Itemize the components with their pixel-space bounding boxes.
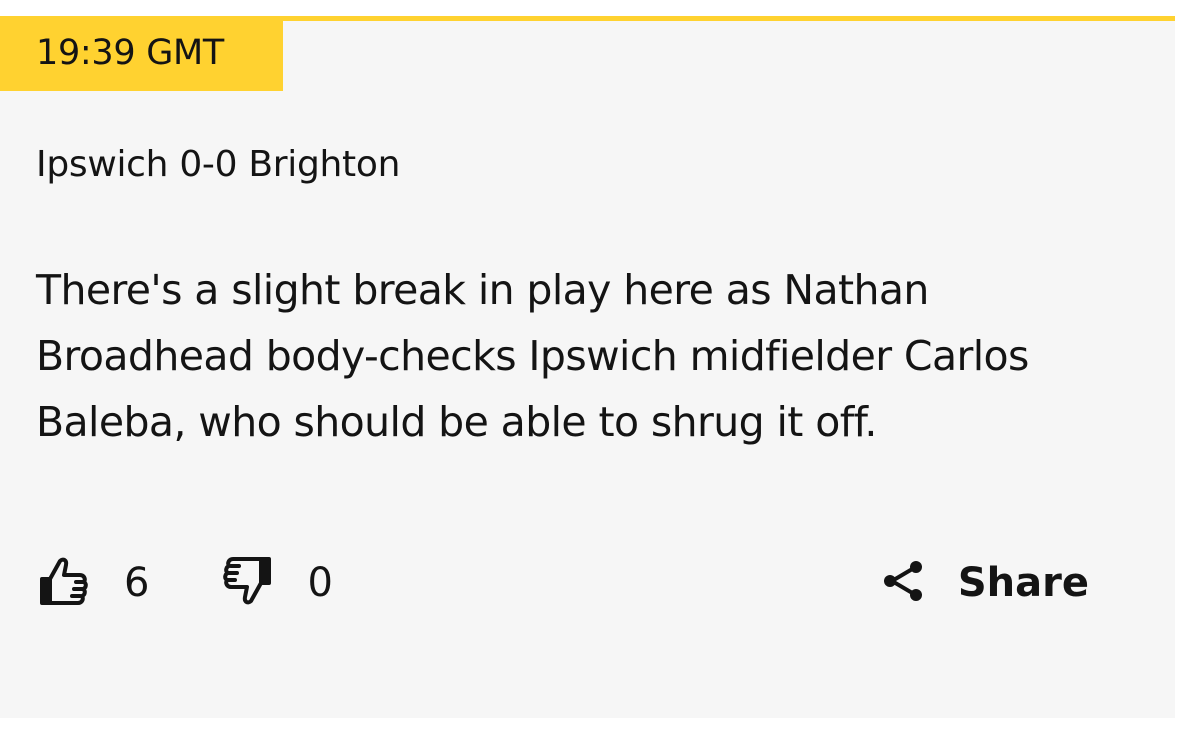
post-headline: Ipswich 0-0 Brighton [36, 144, 401, 185]
share-icon [880, 558, 958, 608]
post-body: There's a slight break in play here as N… [36, 266, 1029, 446]
post-timestamp: 19:39 GMT [0, 21, 283, 91]
dislike-button[interactable]: 0 [219, 553, 333, 613]
share-button[interactable]: Share [880, 551, 1089, 615]
thumbs-down-icon [219, 553, 275, 613]
like-count: 6 [124, 560, 150, 606]
dislike-count: 0 [307, 560, 333, 606]
share-label: Share [957, 560, 1089, 606]
reactions-bar: 6 0 [36, 551, 333, 615]
like-button[interactable]: 6 [36, 553, 149, 613]
live-post-card: 19:39 GMT Ipswich 0-0 Brighton There's a… [0, 16, 1175, 718]
thumbs-up-icon [36, 553, 92, 613]
